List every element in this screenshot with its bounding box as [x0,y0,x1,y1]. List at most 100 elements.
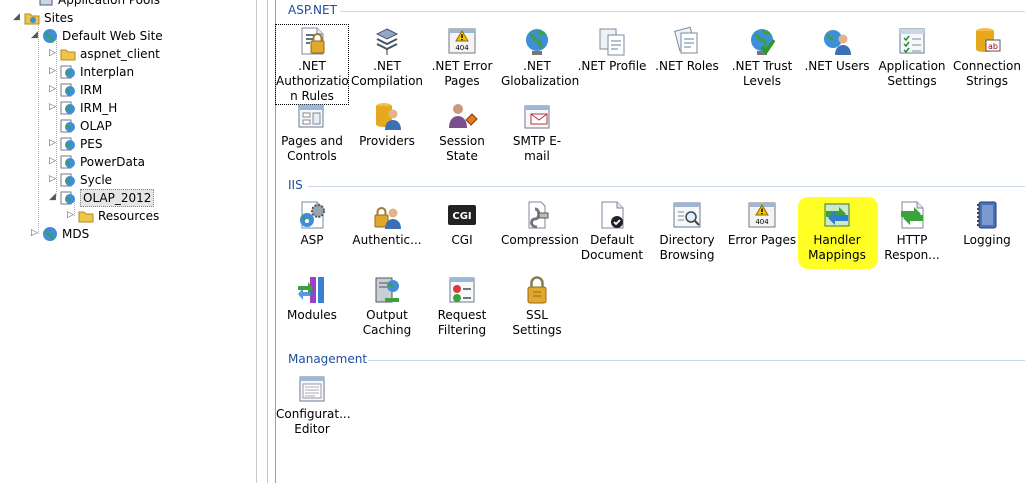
feature-label: Request [437,308,487,322]
feature-label: Controls [287,149,337,163]
feature-label: HTTP [896,233,928,247]
feature-authorization-rules[interactable]: .NET Authorizatio n Rules [275,24,349,105]
feature-users[interactable]: .NET Users [801,25,873,74]
handler-mappings-icon [821,199,853,231]
web-app-icon [60,136,76,152]
feature-profile[interactable]: .NET Profile [576,25,648,74]
tree-node-label: Application Pools [58,0,160,7]
group-header-aspnet[interactable]: ASP.NET [288,3,1025,17]
feature-label: Providers [359,134,415,148]
feature-compilation[interactable]: .NET Compilation [351,25,423,89]
authorization-rules-icon [296,25,328,57]
modules-icon [296,274,328,306]
group-title: ASP.NET [288,3,337,17]
pane-splitter[interactable] [256,0,268,483]
collapse-arrow-icon[interactable]: ◢ [12,13,21,22]
feature-cgi[interactable]: CGI CGI [426,199,498,248]
feature-label: Error Pages [727,233,797,247]
feature-label: Editor [294,422,330,436]
feature-handler-mappings[interactable]: Handler Mappings [801,199,873,263]
app-settings-icon [896,25,928,57]
feature-session-state[interactable]: Session State [426,100,498,164]
globe-icon [42,28,58,44]
feature-label: Compression [501,233,579,247]
feature-label: CGI [451,233,473,247]
feature-globe[interactable]: .NET Globalization [501,25,580,89]
collapse-arrow-icon[interactable]: ◢ [48,193,57,202]
feature-label: .NET Profile [577,59,647,73]
feature-http-response[interactable]: HTTP Respon... [876,199,948,263]
feature-label: Output [366,308,408,322]
compression-icon [521,199,553,231]
connections-tree: Application Pools ◢ Sites ◢ Default Web Site… [0,0,256,483]
expand-arrow-icon[interactable]: ▷ [48,139,57,148]
svg-text:404: 404 [455,44,469,52]
feature-compression[interactable]: Compression [501,199,579,248]
feature-request-filtering[interactable]: Request Filtering [426,274,498,338]
feature-label: Caching [362,323,412,337]
feature-roles[interactable]: .NET Roles [651,25,723,74]
feature-providers[interactable]: Providers [351,100,423,149]
feature-label: Settings [887,74,937,88]
tree-node-label: PowerData [80,155,145,169]
collapse-arrow-icon[interactable]: ◢ [30,31,39,40]
expand-arrow-icon[interactable]: ▷ [48,85,57,94]
feature-ssl-settings[interactable]: SSL Settings [501,274,573,338]
feature-label: ASP [300,233,324,247]
feature-configuration-editor[interactable]: Configurat... Editor [276,373,351,437]
web-app-icon [60,82,76,98]
feature-label: Compilation [351,74,424,88]
expand-arrow-icon[interactable]: ▷ [48,67,57,76]
sites-folder-icon [24,10,40,26]
feature-pages-controls[interactable]: Pages and Controls [276,100,348,164]
smtp-email-icon [521,100,553,132]
tree-node-label: OLAP [80,119,112,133]
group-header-management[interactable]: Management [288,352,1025,366]
app-pools-icon [38,0,54,8]
feature-app-settings[interactable]: Application Settings [876,25,948,89]
expand-arrow-icon[interactable]: ▷ [48,175,57,184]
feature-label: Mappings [808,248,866,262]
feature-error-pages[interactable]: 404 Error Pages [726,199,798,248]
feature-trust-levels[interactable]: .NET Trust Levels [726,25,798,89]
group-header-iis[interactable]: IIS [288,178,1025,192]
feature-output-caching[interactable]: Output Caching [351,274,423,338]
feature-label: .NET Trust [731,59,793,73]
feature-directory-browsing[interactable]: Directory Browsing [651,199,723,263]
feature-logging[interactable]: Logging [951,199,1023,248]
feature-label: Document [580,248,644,262]
directory-browsing-icon [671,199,703,231]
feature-label: Browsing [659,248,715,262]
expand-arrow-icon[interactable]: ▷ [48,157,57,166]
feature-connection-strings[interactable]: ab Connection Strings [951,25,1023,89]
feature-label: Directory [659,233,715,247]
feature-smtp-email[interactable]: SMTP E-mail [501,100,573,164]
globe-icon [521,25,553,57]
expand-arrow-icon[interactable]: ▷ [66,211,75,220]
web-app-icon [60,154,76,170]
svg-text:CGI: CGI [452,211,471,222]
tree-node-label: IRM [80,83,103,97]
tree-node-label: Interplan [80,65,135,79]
feature-authentication[interactable]: Authentic... [351,199,423,248]
feature-asp[interactable]: ASP [276,199,348,248]
expand-arrow-icon[interactable]: ▷ [48,103,57,112]
feature-error-pages[interactable]: 404 .NET Error Pages [426,25,498,89]
feature-label: Configurat... [276,407,351,421]
feature-label: Globalization [501,74,580,88]
expand-arrow-icon[interactable]: ▷ [48,49,57,58]
feature-default-document[interactable]: Default Document [576,199,648,263]
svg-text:404: 404 [755,218,769,226]
ssl-settings-icon [521,274,553,306]
profile-icon [596,25,628,57]
tree-connector-line [38,18,39,234]
expand-arrow-icon[interactable]: ▷ [30,229,39,238]
group-title: Management [288,352,368,366]
web-app-icon [60,100,76,116]
feature-modules[interactable]: Modules [276,274,348,323]
feature-label: Pages and [281,134,343,148]
feature-label: Default [590,233,634,247]
request-filtering-icon [446,274,478,306]
feature-label: Logging [963,233,1011,247]
feature-label: Connection [953,59,1021,73]
